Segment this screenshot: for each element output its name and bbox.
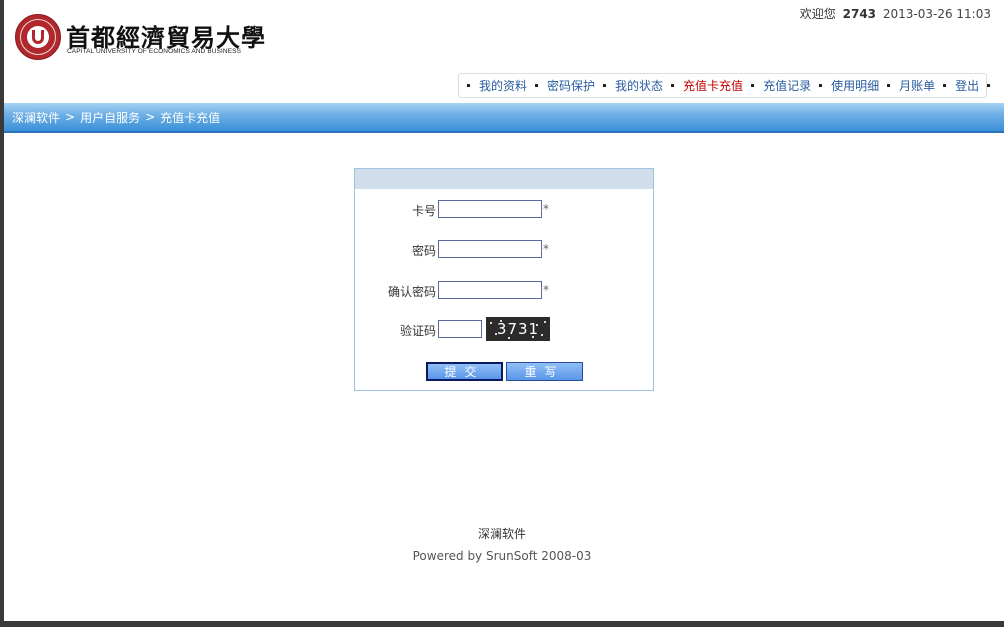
- nav-bullet-icon: [819, 84, 823, 87]
- nav-bullet-icon: [943, 84, 947, 87]
- top-navigation: 我的资料 密码保护 我的状态 充值卡充值 充值记录 使用明细 月账单 登出: [458, 73, 991, 98]
- confirm-password-input[interactable]: [438, 281, 542, 299]
- nav-bullet-icon: [535, 84, 539, 87]
- card-password-input[interactable]: [438, 240, 542, 258]
- confirm-password-label: 确认密码: [387, 285, 436, 299]
- current-datetime: 2013-03-26 11:03: [882, 7, 991, 21]
- nav-logout[interactable]: 登出: [955, 77, 979, 94]
- breadcrumb-self-service[interactable]: 用户自服务: [80, 109, 140, 126]
- welcome-info: 欢迎您 2743 2013-03-26 11:03: [800, 5, 991, 22]
- nav-bullet-icon: [887, 84, 891, 87]
- footer-powered-by: Powered by SrunSoft 2008-03: [412, 549, 592, 563]
- card-number-row: 卡号 *: [355, 200, 653, 220]
- nav-monthly-bill[interactable]: 月账单: [899, 77, 935, 94]
- required-mark: *: [543, 242, 549, 256]
- window-frame-bottom: [0, 621, 1004, 627]
- confirm-password-row: 确认密码 *: [355, 281, 653, 301]
- captcha-input[interactable]: [438, 320, 482, 338]
- nav-recharge-history[interactable]: 充值记录: [763, 77, 811, 94]
- recharge-form: 卡号 * 密码 * 确认密码 * 验证码 3731 提交 重写: [354, 168, 654, 391]
- breadcrumb-separator: >: [145, 110, 156, 124]
- breadcrumb-home[interactable]: 深澜软件: [12, 109, 60, 126]
- card-password-row: 密码 *: [355, 240, 653, 260]
- nav-bullet-icon: [751, 84, 755, 87]
- university-seal-icon: [15, 14, 61, 60]
- nav-my-profile[interactable]: 我的资料: [479, 77, 527, 94]
- nav-bullet-icon: [671, 84, 675, 87]
- card-number-input[interactable]: [438, 200, 542, 218]
- captcha-label: 验证码: [399, 324, 436, 338]
- card-password-label: 密码: [411, 244, 436, 258]
- logo-english-name: CAPITAL UNIVERSITY OF ECONOMICS AND BUSI…: [67, 48, 242, 55]
- user-id: 2743: [842, 7, 877, 21]
- university-logo: 首都經濟貿易大學 CAPITAL UNIVERSITY OF ECONOMICS…: [15, 14, 265, 60]
- nav-bullet-icon: [603, 84, 607, 87]
- breadcrumb-current: 充值卡充值: [160, 110, 221, 125]
- breadcrumb: 深澜软件 > 用户自服务 > 充值卡充值: [4, 103, 1004, 133]
- reset-button[interactable]: 重写: [506, 362, 583, 381]
- nav-card-recharge[interactable]: 充值卡充值: [683, 77, 743, 94]
- breadcrumb-separator: >: [65, 110, 76, 124]
- nav-password-protection[interactable]: 密码保护: [547, 77, 595, 94]
- form-header: [355, 169, 653, 189]
- captcha-image[interactable]: 3731: [486, 317, 550, 341]
- required-mark: *: [543, 202, 549, 216]
- required-mark: *: [543, 283, 549, 297]
- nav-usage-details[interactable]: 使用明细: [831, 77, 879, 94]
- welcome-text: 欢迎您: [799, 7, 836, 21]
- nav-bullet-icon: [467, 84, 470, 87]
- nav-bullet-icon: [987, 84, 991, 87]
- submit-button[interactable]: 提交: [426, 362, 503, 381]
- nav-my-status[interactable]: 我的状态: [615, 77, 663, 94]
- captcha-row: 验证码 3731: [355, 317, 653, 341]
- card-number-label: 卡号: [411, 204, 436, 218]
- footer-company: 深澜软件: [477, 527, 526, 541]
